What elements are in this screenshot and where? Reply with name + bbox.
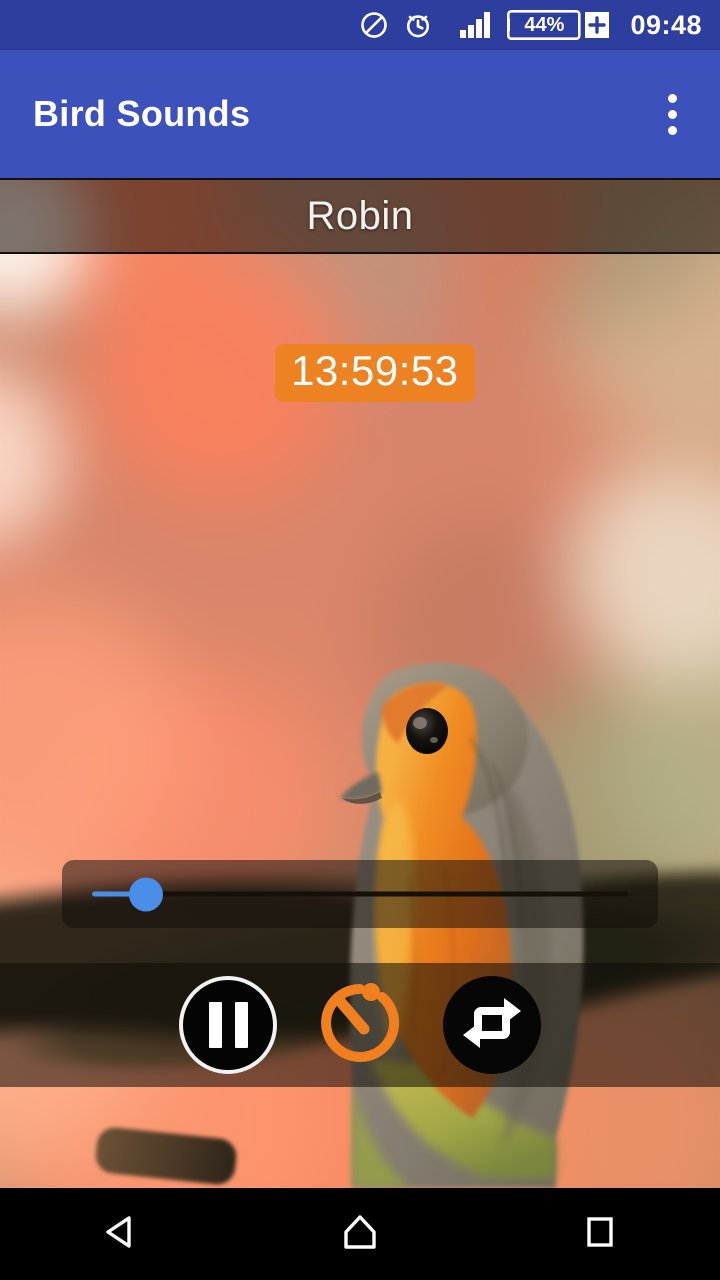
app-bar: Bird Sounds bbox=[0, 50, 720, 178]
app-title: Bird Sounds bbox=[33, 93, 251, 134]
repeat-button[interactable] bbox=[443, 976, 541, 1074]
battery-plus-icon bbox=[584, 10, 610, 40]
seekbar-thumb[interactable] bbox=[128, 877, 163, 911]
signal-bars-icon bbox=[459, 11, 493, 39]
home-icon bbox=[339, 1211, 381, 1258]
pause-bar-right bbox=[234, 1002, 248, 1048]
battery-percent-label: 44% bbox=[524, 13, 565, 36]
android-navigation-bar bbox=[0, 1188, 720, 1280]
timer-icon bbox=[312, 975, 408, 1076]
status-bar-clock: 09:48 bbox=[630, 9, 702, 40]
sleep-timer-button[interactable] bbox=[311, 976, 409, 1074]
menu-dot-2 bbox=[667, 109, 677, 119]
seekbar-panel[interactable] bbox=[62, 860, 658, 928]
repeat-icon bbox=[459, 992, 525, 1059]
seekbar-track[interactable] bbox=[92, 877, 628, 911]
battery-icon: 44% bbox=[507, 10, 582, 40]
nav-home-button[interactable] bbox=[285, 1188, 435, 1280]
play-pause-button[interactable] bbox=[179, 976, 277, 1074]
back-triangle-icon bbox=[99, 1211, 141, 1258]
phone-screen: 44% 09:48 Bird Sounds Robin 13:59:53 bbox=[0, 0, 720, 1280]
countdown-timer-label: 13:59:53 bbox=[291, 347, 459, 394]
status-bar: 44% 09:48 bbox=[0, 0, 720, 50]
playback-controls-bar bbox=[0, 963, 720, 1087]
do-not-disturb-icon bbox=[359, 10, 389, 40]
overflow-menu-icon[interactable] bbox=[648, 84, 696, 144]
nav-recents-button[interactable] bbox=[525, 1188, 675, 1280]
nav-back-button[interactable] bbox=[45, 1188, 195, 1280]
countdown-timer-badge: 13:59:53 bbox=[275, 344, 475, 403]
alarm-clock-icon bbox=[403, 10, 433, 40]
menu-dot-3 bbox=[667, 125, 677, 135]
pause-icon bbox=[208, 1002, 248, 1048]
recents-square-icon bbox=[579, 1211, 621, 1258]
battery-indicator: 44% bbox=[507, 10, 610, 40]
species-name-banner: Robin bbox=[0, 178, 720, 254]
species-name-label: Robin bbox=[306, 193, 414, 238]
pause-bar-left bbox=[208, 1002, 222, 1048]
menu-dot-1 bbox=[667, 93, 677, 103]
